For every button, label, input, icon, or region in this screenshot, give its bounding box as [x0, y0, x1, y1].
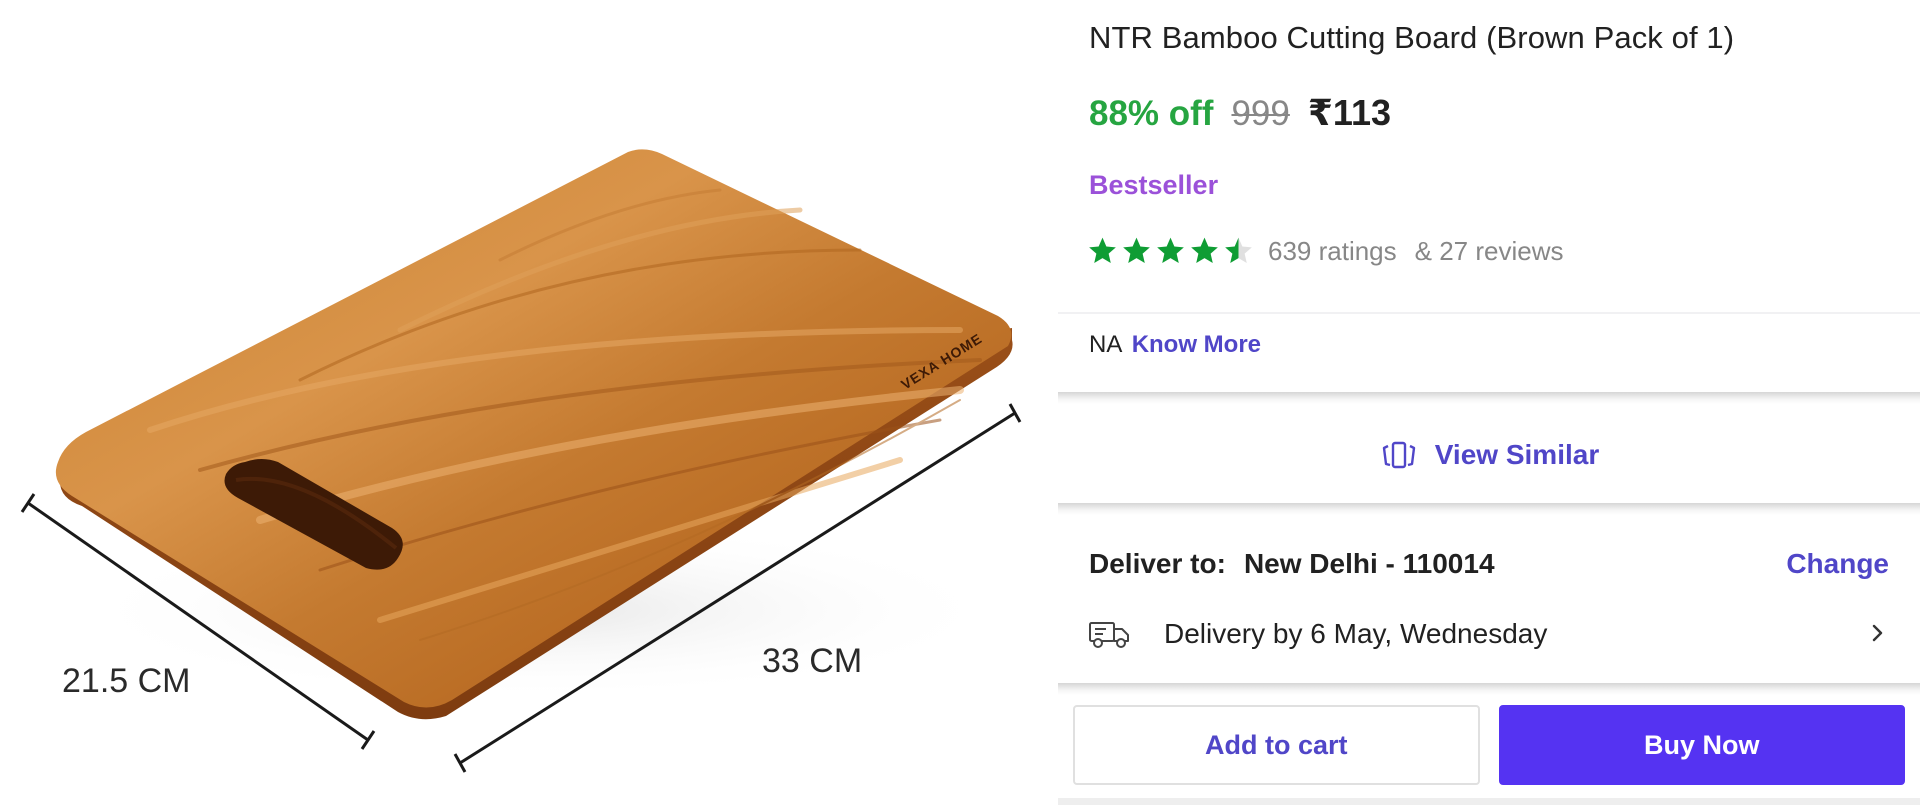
info-text: NA [1089, 331, 1122, 358]
action-bar: Add to cart Buy Now [1073, 705, 1905, 785]
change-location-button[interactable]: Change [1786, 548, 1889, 580]
half-star-icon [1225, 237, 1252, 263]
selling-price: ₹113 [1307, 92, 1392, 133]
bestseller-badge: Bestseller [1089, 170, 1219, 200]
rating-row[interactable]: 639 ratings & 27 reviews [1086, 235, 1564, 267]
buy-now-button[interactable]: Buy Now [1498, 705, 1905, 785]
know-more-link[interactable]: Know More [1132, 331, 1261, 358]
chevron-right-icon [1872, 624, 1883, 642]
section-divider [1058, 392, 1920, 404]
discount-percent: 88% off [1089, 94, 1214, 133]
rating-stars [1086, 235, 1256, 267]
view-similar-button[interactable]: View Similar [1058, 430, 1920, 480]
divider [1058, 312, 1920, 314]
add-to-cart-button[interactable]: Add to cart [1073, 705, 1480, 785]
star-icon [1191, 237, 1218, 263]
bottom-divider [1058, 798, 1920, 805]
delivery-location: New Delhi - 110014 [1243, 548, 1495, 579]
dimension-width-label: 21.5 CM [62, 662, 191, 700]
view-similar-icon [1382, 441, 1415, 469]
ratings-count: 639 ratings [1268, 235, 1397, 266]
dimension-length-label: 33 CM [762, 642, 862, 680]
price-row: 88% off 999 ₹113 [1089, 92, 1391, 134]
section-divider [1058, 503, 1920, 515]
star-icon [1123, 237, 1150, 263]
deliver-to-label: Deliver to: [1089, 548, 1226, 579]
view-similar-label: View Similar [1434, 439, 1600, 470]
info-row: NA Know More [1089, 331, 1261, 359]
product-details-panel: NTR Bamboo Cutting Board (Brown Pack of … [1058, 0, 1920, 805]
original-price: 999 [1231, 94, 1290, 133]
delivery-estimate-row[interactable]: Delivery by 6 May, Wednesday [1088, 612, 1898, 656]
reviews-count: & 27 reviews [1414, 235, 1564, 266]
star-icon [1089, 237, 1116, 263]
truck-icon [1089, 622, 1129, 648]
product-image[interactable]: VEXA HOME 21.5 CM 33 CM [0, 0, 1058, 805]
delivery-date-text: Delivery by 6 May, Wednesday [1164, 618, 1548, 649]
star-icon [1157, 237, 1184, 263]
section-divider [1058, 683, 1920, 695]
product-title: NTR Bamboo Cutting Board (Brown Pack of … [1089, 20, 1735, 55]
deliver-to-row: Deliver to: New Delhi - 110014 Change [1089, 548, 1889, 580]
